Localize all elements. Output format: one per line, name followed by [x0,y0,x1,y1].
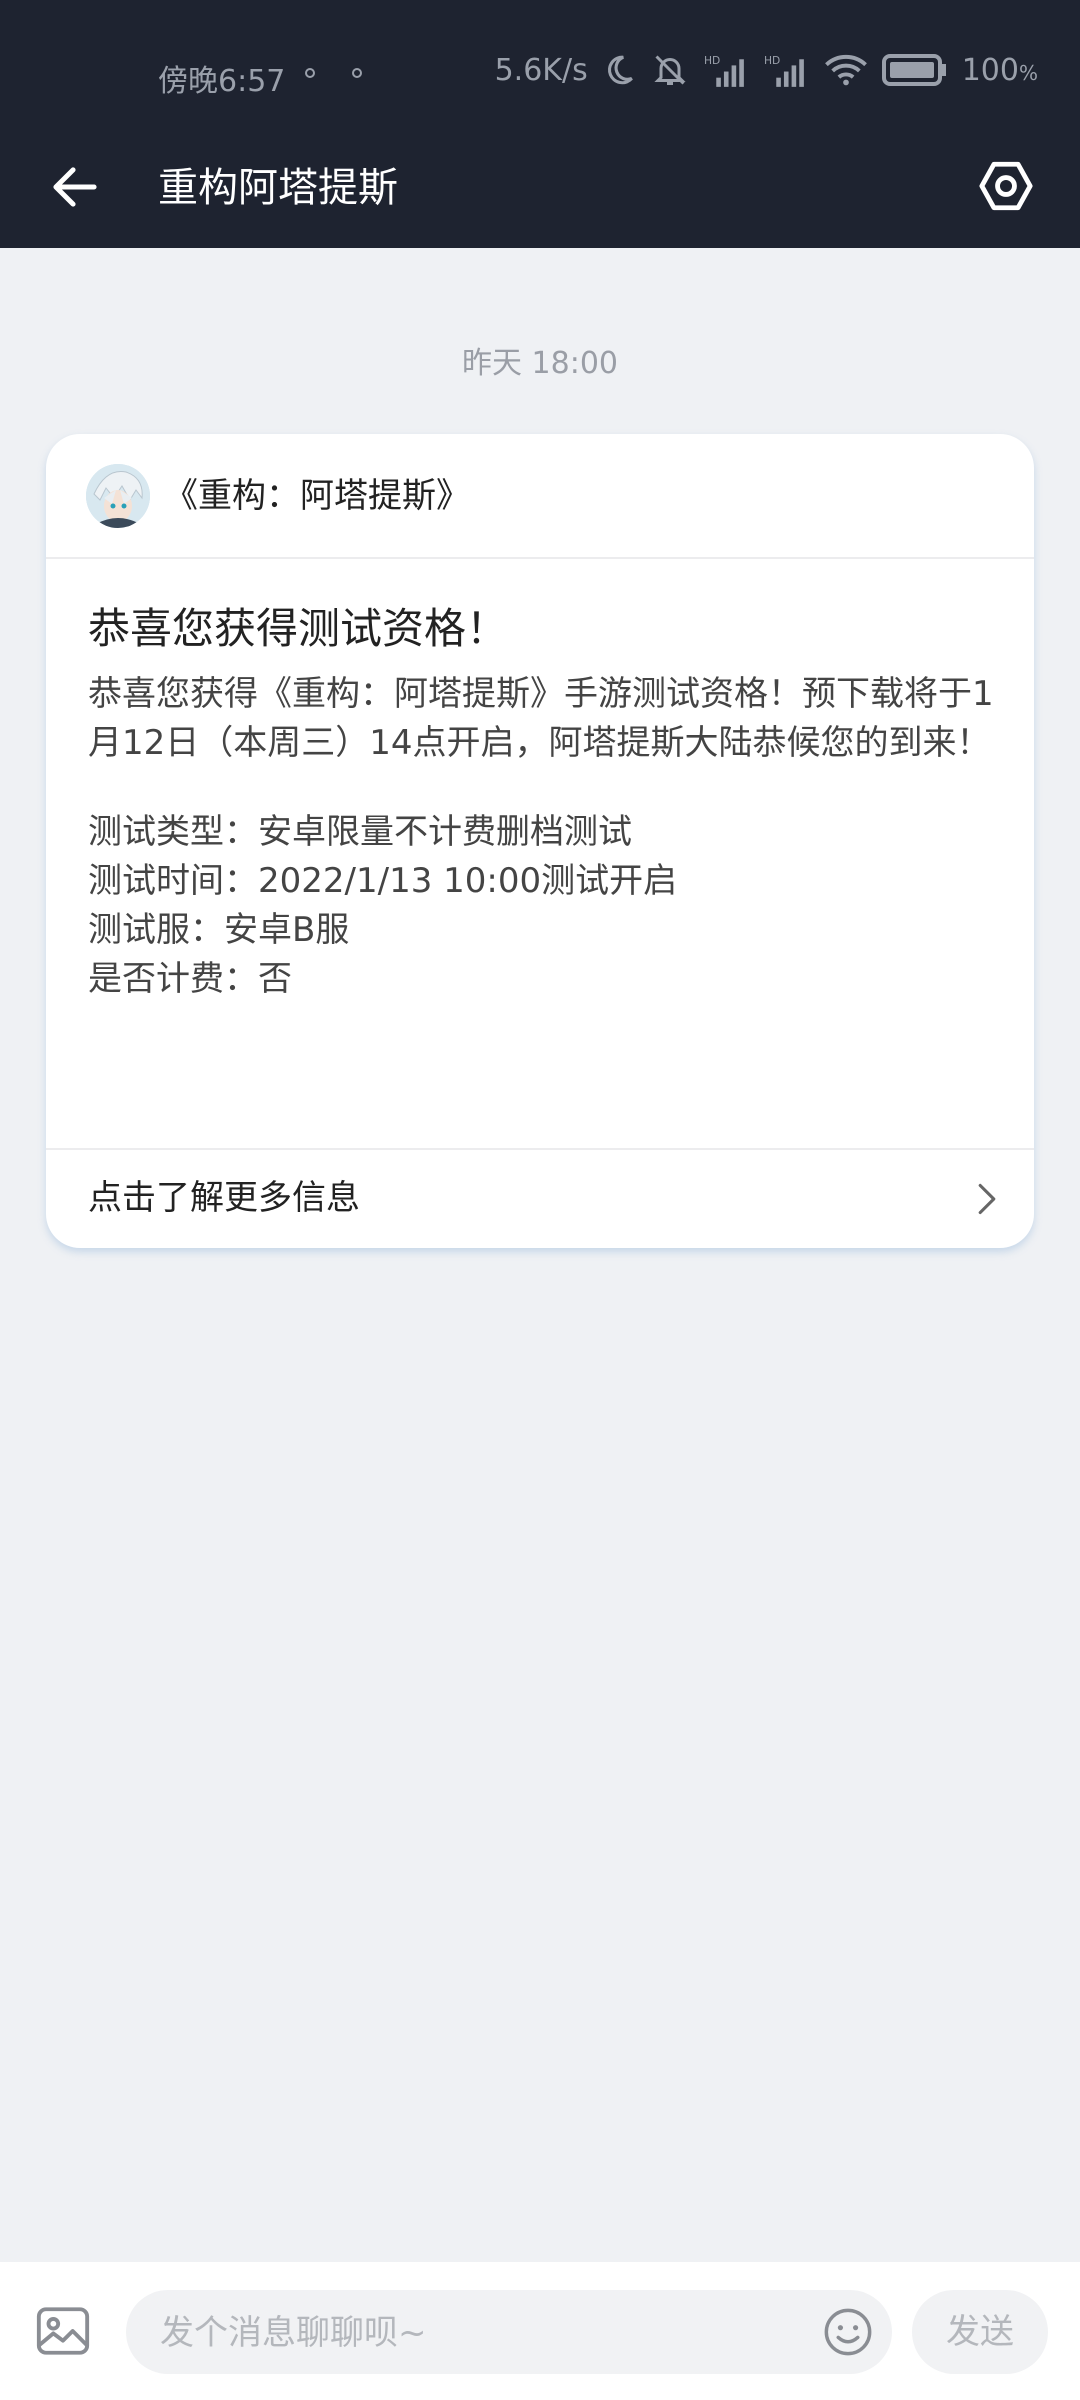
battery-percent: 100% [961,52,1038,88]
message-input-container [126,2290,892,2376]
test-details: 测试类型：安卓限量不计费删档测试 测试时间：2022/1/13 10:00测试开… [88,808,1008,1004]
chevron-right-icon [978,1183,996,1215]
signal-hd-icon: HD [764,54,804,87]
settings-button[interactable] [968,148,1044,224]
back-button[interactable] [40,152,110,222]
notification-dot-icon [305,68,315,78]
image-icon [36,2307,90,2355]
message-input-bar: 发送 [0,2262,1080,2400]
message-input[interactable] [158,2290,802,2376]
svg-text:HD: HD [704,54,720,67]
battery-icon [881,54,946,86]
game-avatar [86,464,150,528]
page-title: 重构阿塔提斯 [158,165,398,211]
message-text: 恭喜您获得《重构：阿塔提斯》手游测试资格！预下载将于1月12日（本周三）14点开… [88,674,994,763]
more-info-label: 点击了解更多信息 [88,1178,360,1218]
status-bar: 傍晚6:57 5.6K/s HD HD 100% [0,0,1080,150]
status-indicators: 5.6K/s HD HD 100% [495,52,1038,88]
svg-text:HD: HD [764,54,780,67]
detail-billing: 是否计费：否 [88,959,292,999]
card-body: 恭喜您获得测试资格！ 恭喜您获得《重构：阿塔提斯》手游测试资格！预下载将于1月1… [88,602,1008,1004]
message-timestamp: 昨天 18:00 [462,346,618,381]
mute-bell-icon [654,55,686,85]
more-info-link[interactable]: 点击了解更多信息 [46,1148,1034,1248]
moon-icon [607,55,633,85]
arrow-left-icon [53,167,97,207]
detail-test-time: 测试时间：2022/1/13 10:00测试开启 [88,861,678,901]
card-game-name: 《重构：阿塔提斯》 [164,476,470,516]
emoji-button[interactable] [822,2306,874,2358]
card-header: 《重构：阿塔提斯》 [46,434,1034,559]
send-button[interactable]: 发送 [912,2290,1048,2374]
title-bar: 重构阿塔提斯 [0,130,1080,248]
detail-test-server: 测试服：安卓B服 [88,910,350,950]
notification-dot-icon [352,68,362,78]
signal-hd-icon: HD [704,54,744,87]
network-speed: 5.6K/s [494,52,588,88]
app-header: 傍晚6:57 5.6K/s HD HD 100% 重构阿塔提斯 [0,0,1080,248]
notification-card: 《重构：阿塔提斯》 恭喜您获得测试资格！ 恭喜您获得《重构：阿塔提斯》手游测试资… [46,434,1034,1248]
hexagon-settings-icon [979,161,1033,211]
status-time: 傍晚6:57 [158,64,286,99]
wifi-icon [824,54,867,86]
emoji-icon [824,2308,872,2356]
image-picker-button[interactable] [34,2302,92,2360]
detail-test-type: 测试类型：安卓限量不计费删档测试 [88,812,632,852]
message-title: 恭喜您获得测试资格！ [88,604,509,653]
